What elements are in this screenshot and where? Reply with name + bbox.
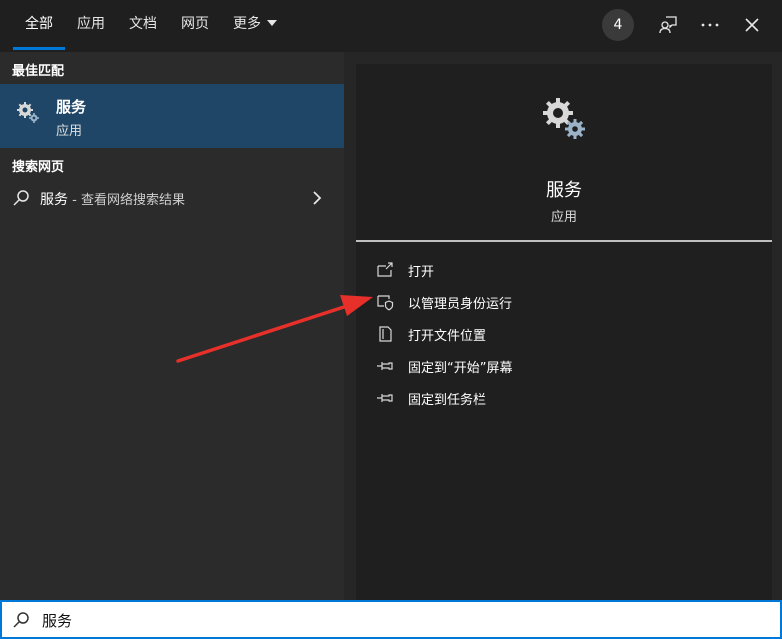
action-open-file-location[interactable]: 打开文件位置 (376, 320, 756, 348)
detail-card: 服务 应用 打开 以管理员身份运行 打开文件位置 固定到“开始”屏幕 固定到任务… (356, 64, 772, 600)
feedback-icon[interactable] (652, 10, 684, 40)
pin-icon (377, 394, 393, 402)
action-label: 固定到任务栏 (408, 393, 487, 408)
services-gear-icon (543, 98, 585, 139)
tab-web[interactable]: 网页 (181, 0, 209, 52)
web-search-result[interactable]: 服务 - 查看网络搜索结果 (0, 183, 344, 213)
tab-more[interactable]: 更多 (233, 0, 277, 52)
search-box[interactable] (0, 600, 782, 639)
action-label: 以管理员身份运行 (408, 297, 513, 312)
detail-title: 服务 (546, 180, 582, 201)
admin-shield-icon (377, 295, 394, 311)
search-icon (13, 190, 29, 206)
search-filter-bar: 全部 应用 文档 网页 更多 4 (0, 0, 782, 52)
best-match-title: 服务 (56, 98, 87, 116)
web-result-text: 服务 - 查看网络搜索结果 (40, 189, 185, 209)
results-pane: 最佳匹配 服务 应用 搜索网页 服务 - 查看网络搜索结果 (0, 52, 344, 600)
action-label: 打开文件位置 (408, 329, 487, 344)
detail-pane: 服务 应用 打开 以管理员身份运行 打开文件位置 固定到“开始”屏幕 固定到任务… (344, 52, 782, 600)
action-label: 固定到“开始”屏幕 (408, 361, 513, 376)
action-label: 打开 (408, 265, 435, 280)
chevron-down-icon (267, 20, 277, 26)
open-icon (377, 262, 393, 277)
close-icon[interactable] (736, 10, 768, 40)
best-match-item[interactable]: 服务 应用 (0, 84, 344, 148)
best-match-heading: 最佳匹配 (12, 64, 65, 79)
web-result-suffix: - 查看网络搜索结果 (68, 193, 185, 208)
search-icon (13, 612, 29, 628)
action-open[interactable]: 打开 (376, 256, 756, 284)
chevron-right-icon (313, 191, 322, 205)
action-pin-to-start[interactable]: 固定到“开始”屏幕 (376, 352, 756, 380)
services-gear-icon (17, 102, 39, 123)
best-match-subtitle: 应用 (56, 124, 83, 139)
divider (356, 240, 772, 242)
action-pin-to-taskbar[interactable]: 固定到任务栏 (376, 384, 756, 412)
web-result-query: 服务 (40, 192, 68, 208)
web-search-heading: 搜索网页 (12, 160, 65, 175)
file-location-icon (379, 326, 392, 342)
tab-more-label: 更多 (233, 16, 261, 32)
rewards-badge[interactable]: 4 (602, 9, 634, 41)
search-input[interactable] (42, 608, 742, 632)
more-icon[interactable] (694, 10, 726, 40)
detail-subtitle: 应用 (550, 210, 577, 225)
action-run-as-admin[interactable]: 以管理员身份运行 (376, 288, 756, 316)
tab-documents[interactable]: 文档 (129, 0, 157, 52)
tab-all[interactable]: 全部 (13, 0, 65, 52)
tab-apps[interactable]: 应用 (77, 0, 105, 52)
pin-icon (377, 362, 393, 370)
